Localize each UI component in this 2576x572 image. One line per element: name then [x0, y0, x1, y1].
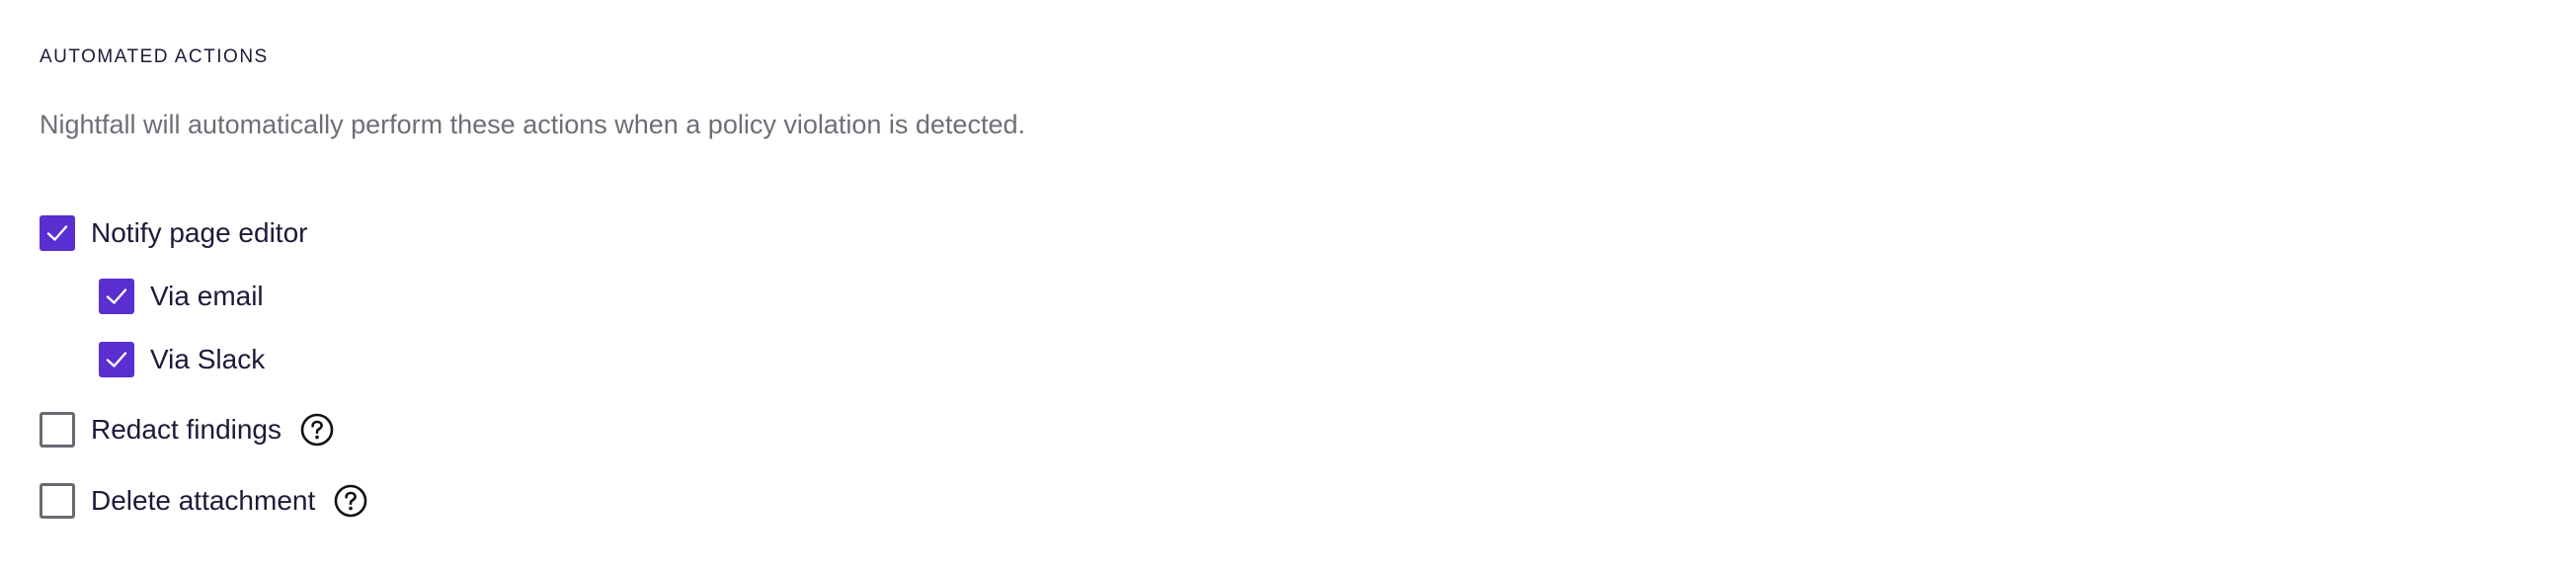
question-circle-icon[interactable] [333, 483, 368, 519]
delete-attachment-option[interactable]: Delete attachment [40, 481, 368, 521]
notify-page-editor-checkbox[interactable] [40, 215, 75, 251]
delete-attachment-label: Delete attachment [91, 485, 316, 516]
via-slack-checkbox[interactable] [99, 342, 134, 377]
via-email-checkbox[interactable] [99, 279, 134, 314]
via-email-label: Via email [150, 281, 264, 311]
via-email-option[interactable]: Via email [99, 277, 264, 316]
question-circle-icon[interactable] [299, 412, 335, 448]
redact-findings-checkbox[interactable] [40, 412, 75, 448]
checkmark-icon [45, 223, 69, 243]
delete-attachment-checkbox[interactable] [40, 483, 75, 519]
notify-page-editor-option[interactable]: Notify page editor [40, 213, 307, 253]
automated-actions-section: AUTOMATED ACTIONS Nightfall will automat… [0, 0, 2576, 572]
via-slack-option[interactable]: Via Slack [99, 340, 265, 379]
notify-page-editor-label: Notify page editor [91, 217, 308, 248]
section-title: AUTOMATED ACTIONS [40, 46, 269, 67]
via-slack-label: Via Slack [150, 344, 266, 374]
redact-findings-label: Redact findings [91, 414, 282, 445]
checkmark-icon [105, 350, 128, 369]
checkmark-icon [105, 286, 128, 306]
redact-findings-option[interactable]: Redact findings [40, 410, 335, 449]
section-description: Nightfall will automatically perform the… [40, 110, 1025, 139]
